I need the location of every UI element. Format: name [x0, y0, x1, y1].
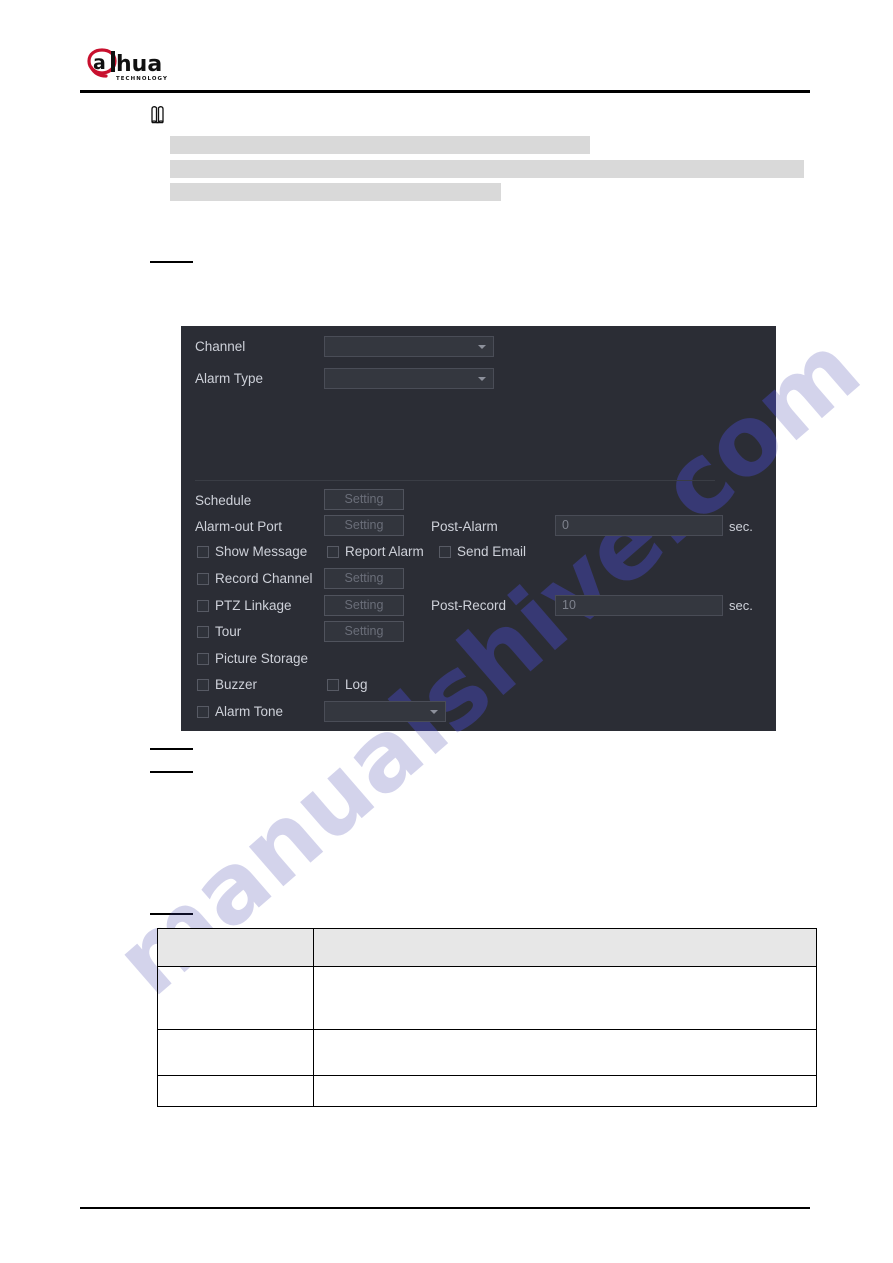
- svg-text:hua: hua: [116, 52, 162, 77]
- redacted-text-block: [170, 136, 590, 154]
- table-header-row: [157, 928, 817, 967]
- send-email-label: Send Email: [457, 544, 527, 559]
- panel-divider: [195, 480, 715, 481]
- table-header-cell: [313, 928, 817, 967]
- ptz-linkage-label: PTZ Linkage: [215, 598, 292, 613]
- schedule-label: Schedule: [195, 493, 252, 508]
- ptz-linkage-setting-button[interactable]: Setting: [324, 595, 404, 616]
- table-row: [157, 966, 817, 1030]
- table-header-cell: [157, 928, 314, 967]
- table-cell: [313, 1075, 817, 1107]
- alarm-type-label: Alarm Type: [195, 371, 264, 386]
- chevron-down-icon: [430, 710, 438, 714]
- post-record-unit: sec.: [729, 598, 753, 613]
- alarm-tone-checkbox[interactable]: [197, 706, 209, 718]
- header-rule: [80, 90, 810, 93]
- table-cell: [313, 966, 817, 1030]
- table-row: [157, 1075, 817, 1107]
- post-alarm-input[interactable]: 0: [555, 515, 723, 536]
- section-rule-mark: [150, 261, 193, 263]
- alarm-out-port-label: Alarm-out Port: [195, 519, 283, 534]
- document-page: a hua TECHNOLOGY manualshive.com Channel: [0, 0, 893, 1263]
- section-rule-mark: [150, 771, 193, 773]
- table-cell: [157, 1029, 314, 1076]
- table-cell: [157, 1075, 314, 1107]
- buzzer-checkbox[interactable]: [197, 679, 209, 691]
- show-message-label: Show Message: [215, 544, 308, 559]
- alarm-tone-select[interactable]: [324, 701, 446, 722]
- section-rule-mark: [150, 913, 193, 915]
- tour-label: Tour: [215, 624, 242, 639]
- send-email-checkbox[interactable]: [439, 546, 451, 558]
- picture-storage-label: Picture Storage: [215, 651, 309, 666]
- tour-checkbox[interactable]: [197, 626, 209, 638]
- show-message-checkbox[interactable]: [197, 546, 209, 558]
- channel-label: Channel: [195, 339, 246, 354]
- table-row: [157, 1029, 817, 1076]
- post-alarm-label: Post-Alarm: [431, 519, 498, 534]
- report-alarm-label: Report Alarm: [345, 544, 424, 559]
- alarm-settings-dialog: manualshive.com Channel Alarm Type Sched…: [181, 326, 776, 731]
- chevron-down-icon: [478, 377, 486, 381]
- ptz-linkage-checkbox[interactable]: [197, 600, 209, 612]
- buzzer-label: Buzzer: [215, 677, 258, 692]
- log-label: Log: [345, 677, 368, 692]
- redacted-text-block: [170, 160, 804, 178]
- note-book-icon: [150, 105, 176, 125]
- alarm-type-select[interactable]: [324, 368, 494, 389]
- post-record-label: Post-Record: [431, 598, 507, 613]
- log-checkbox[interactable]: [327, 679, 339, 691]
- parameter-description-table: [157, 928, 817, 1107]
- redacted-text-block: [170, 183, 501, 201]
- svg-text:a: a: [93, 52, 106, 74]
- chevron-down-icon: [478, 345, 486, 349]
- table-cell: [313, 1029, 817, 1076]
- footer-rule: [80, 1207, 810, 1209]
- channel-select[interactable]: [324, 336, 494, 357]
- tour-setting-button[interactable]: Setting: [324, 621, 404, 642]
- dahua-logo: a hua TECHNOLOGY: [85, 47, 197, 87]
- post-alarm-unit: sec.: [729, 519, 753, 534]
- alarm-tone-label: Alarm Tone: [215, 704, 284, 719]
- alarm-out-port-setting-button[interactable]: Setting: [324, 515, 404, 536]
- report-alarm-checkbox[interactable]: [327, 546, 339, 558]
- record-channel-label: Record Channel: [215, 571, 313, 586]
- schedule-setting-button[interactable]: Setting: [324, 489, 404, 510]
- record-channel-setting-button[interactable]: Setting: [324, 568, 404, 589]
- section-rule-mark: [150, 748, 193, 750]
- record-channel-checkbox[interactable]: [197, 573, 209, 585]
- svg-text:TECHNOLOGY: TECHNOLOGY: [116, 76, 168, 82]
- table-cell: [157, 966, 314, 1030]
- post-record-input[interactable]: 10: [555, 595, 723, 616]
- picture-storage-checkbox[interactable]: [197, 653, 209, 665]
